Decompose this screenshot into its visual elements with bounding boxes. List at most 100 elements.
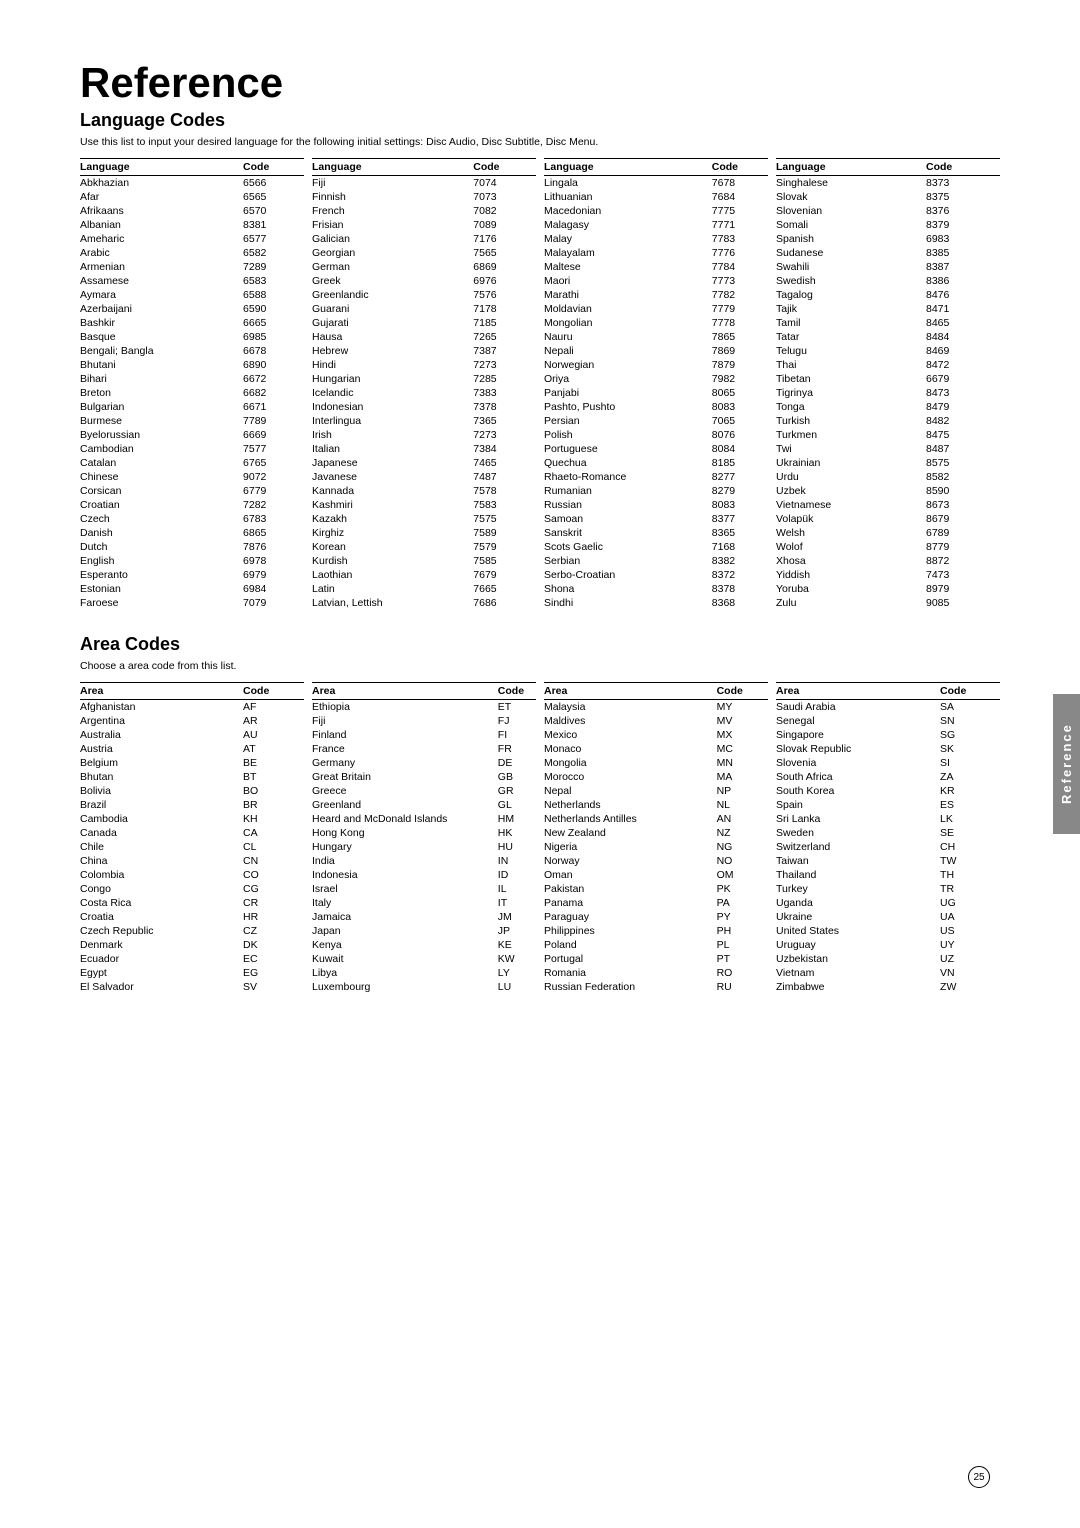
area-code: FR (498, 742, 536, 756)
language-code: 8482 (926, 414, 1000, 428)
area-code: US (940, 924, 1000, 938)
language-row: Kazakh7575 (312, 512, 536, 526)
area-row: JamaicaJM (312, 910, 536, 924)
area-code: LK (940, 812, 1000, 826)
language-name: Rhaeto-Romance (544, 470, 712, 484)
area-code: NZ (717, 826, 768, 840)
area-code: CZ (243, 924, 304, 938)
language-name: Assamese (80, 274, 243, 288)
area-name: Jamaica (312, 910, 498, 924)
language-code: 6588 (243, 288, 304, 302)
area-name: Romania (544, 966, 717, 980)
area-row: Czech RepublicCZ (80, 924, 304, 938)
area-row: Sri LankaLK (776, 812, 1000, 826)
area-row: ColombiaCO (80, 868, 304, 882)
language-row: Malagasy7771 (544, 218, 768, 232)
language-name: Maori (544, 274, 712, 288)
area-row: FijiFJ (312, 714, 536, 728)
area-code: ES (940, 798, 1000, 812)
area-row: PhilippinesPH (544, 924, 768, 938)
language-code: 7686 (473, 596, 536, 610)
area-name: Luxembourg (312, 980, 498, 994)
area-name: Taiwan (776, 854, 940, 868)
area-row: AustraliaAU (80, 728, 304, 742)
area-row: New ZealandNZ (544, 826, 768, 840)
language-code: 7473 (926, 568, 1000, 582)
language-row: Frisian7089 (312, 218, 536, 232)
area-name: France (312, 742, 498, 756)
area-table-col3: Area Code MalaysiaMYMaldivesMVMexicoMXMo… (544, 682, 768, 994)
area-name: Hungary (312, 840, 498, 854)
language-name: Tagalog (776, 288, 926, 302)
language-row: Latvian, Lettish7686 (312, 596, 536, 610)
language-row: English6978 (80, 554, 304, 568)
language-row: Javanese7487 (312, 470, 536, 484)
area-name: Kenya (312, 938, 498, 952)
language-name: English (80, 554, 243, 568)
language-code: 8872 (926, 554, 1000, 568)
area-row: Costa RicaCR (80, 896, 304, 910)
area-code: ZA (940, 770, 1000, 784)
language-code: 7565 (473, 246, 536, 260)
language-row: Turkish8482 (776, 414, 1000, 428)
area-row: TurkeyTR (776, 882, 1000, 896)
area-code: JP (498, 924, 536, 938)
language-code: 7365 (473, 414, 536, 428)
language-code: 7876 (243, 540, 304, 554)
area-name: Oman (544, 868, 717, 882)
language-row: Thai8472 (776, 358, 1000, 372)
language-code: 7089 (473, 218, 536, 232)
area-row: MexicoMX (544, 728, 768, 742)
language-code: 6583 (243, 274, 304, 288)
language-code: 8465 (926, 316, 1000, 330)
area-name: Pakistan (544, 882, 717, 896)
area-code: EG (243, 966, 304, 980)
language-code: 8475 (926, 428, 1000, 442)
area-row: NigeriaNG (544, 840, 768, 854)
language-name: Nauru (544, 330, 712, 344)
area-row: ArgentinaAR (80, 714, 304, 728)
area-name: El Salvador (80, 980, 243, 994)
language-name: Hausa (312, 330, 473, 344)
language-row: Kirghiz7589 (312, 526, 536, 540)
language-name: Georgian (312, 246, 473, 260)
language-code: 6789 (926, 526, 1000, 540)
language-name: Aymara (80, 288, 243, 302)
language-row: Tamil8465 (776, 316, 1000, 330)
language-code: 6978 (243, 554, 304, 568)
area-row: United StatesUS (776, 924, 1000, 938)
language-name: Javanese (312, 470, 473, 484)
language-name: Norwegian (544, 358, 712, 372)
area-code: NP (717, 784, 768, 798)
area-code: CL (243, 840, 304, 854)
area-name: Great Britain (312, 770, 498, 784)
area-row: South KoreaKR (776, 784, 1000, 798)
side-tab: Reference (1053, 694, 1080, 834)
language-name: Serbo-Croatian (544, 568, 712, 582)
language-name: Panjabi (544, 386, 712, 400)
language-name: Interlingua (312, 414, 473, 428)
language-code: 6672 (243, 372, 304, 386)
language-code: 7869 (712, 344, 768, 358)
language-name: Irish (312, 428, 473, 442)
language-row: Swedish8386 (776, 274, 1000, 288)
language-name: Albanian (80, 218, 243, 232)
area-name: Monaco (544, 742, 717, 756)
language-name: Marathi (544, 288, 712, 302)
language-name: Corsican (80, 484, 243, 498)
language-row: Indonesian7378 (312, 400, 536, 414)
language-code: 7387 (473, 344, 536, 358)
language-row: Uzbek8590 (776, 484, 1000, 498)
area-name: Ethiopia (312, 699, 498, 714)
area-code: RU (717, 980, 768, 994)
language-row: Tatar8484 (776, 330, 1000, 344)
language-name: Tatar (776, 330, 926, 344)
language-code: 7578 (473, 484, 536, 498)
area-name: Switzerland (776, 840, 940, 854)
language-table-col1: Language Code Abkhazian6566Afar6565Afrik… (80, 158, 304, 610)
language-code: 7783 (712, 232, 768, 246)
language-row: Somali8379 (776, 218, 1000, 232)
language-row: Spanish6983 (776, 232, 1000, 246)
language-name: Czech (80, 512, 243, 526)
language-code: 8476 (926, 288, 1000, 302)
